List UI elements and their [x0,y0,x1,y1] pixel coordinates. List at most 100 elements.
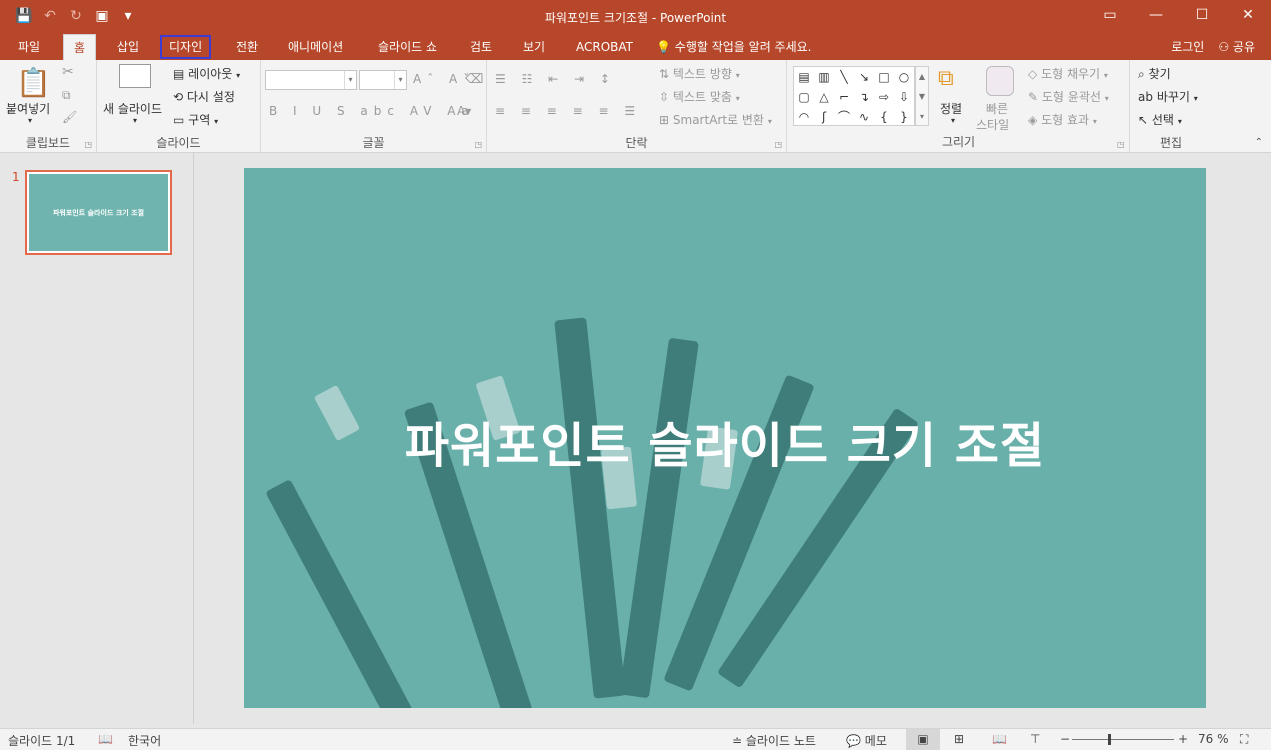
oval-shape-icon[interactable]: ○ [894,67,914,87]
quick-styles-icon[interactable] [986,66,1014,96]
textbox-shape-icon[interactable]: ▤ [794,67,814,87]
rounded-rect-shape-icon[interactable]: ▢ [794,87,814,107]
reading-view-icon[interactable]: 📖 [992,732,1007,746]
rectangle-shape-icon[interactable]: □ [874,67,894,87]
smartart-button[interactable]: ⊞ SmartArt로 변환 ▾ [659,111,772,128]
shape-fill-button[interactable]: ◇ 도형 채우기 ▾ [1028,65,1108,82]
collapse-ribbon-icon[interactable]: ⌃ [1255,137,1263,148]
language-indicator[interactable]: 한국어 [128,732,161,749]
scroll-down-icon[interactable]: ▼ [916,87,928,107]
align-text-button[interactable]: ⇳ 텍스트 맞춤 ▾ [659,88,740,105]
triangle-shape-icon[interactable]: △ [814,87,834,107]
left-brace-shape-icon[interactable]: { [874,107,894,127]
paste-icon[interactable]: 📋 [16,66,51,99]
drawing-launcher-icon[interactable]: ◳ [1117,140,1125,149]
down-arrow-shape-icon[interactable]: ⇩ [894,87,914,107]
clipboard-launcher-icon[interactable]: ◳ [84,140,92,149]
font-launcher-icon[interactable]: ◳ [474,140,482,149]
select-label: 선택 [1151,113,1174,127]
tab-insert[interactable]: 삽입 [107,34,149,60]
zoom-slider-thumb[interactable] [1108,734,1111,745]
elbow-shape-icon[interactable]: ⌐ [834,87,854,107]
align-icons[interactable]: ≡ ≡ ≡ ≡ ≡ ☰ [495,104,641,118]
minimize-icon[interactable]: — [1133,0,1179,32]
tab-home[interactable]: 홈 [63,34,97,60]
slide-title[interactable]: 파워포인트 슬라이드 크기 조절 [244,406,1206,476]
layout-button[interactable]: ▤ 레이아웃 ▾ [173,65,240,82]
notes-button[interactable]: ≐ 슬라이드 노트 [732,732,816,749]
cut-icon[interactable]: ✂ [62,64,74,80]
arc-shape-icon[interactable]: ∿ [854,107,874,127]
slide-sorter-icon[interactable]: ⊞ [954,732,964,746]
vertical-textbox-shape-icon[interactable]: ▥ [814,67,834,87]
tell-me-box[interactable]: 💡 수행할 작업을 알려 주세요. [656,34,811,60]
tab-transitions[interactable]: 전환 [226,34,268,60]
text-direction-button[interactable]: ⇅ 텍스트 방향 ▾ [659,65,740,82]
zoom-slider[interactable] [1072,739,1174,740]
close-icon[interactable]: ✕ [1225,0,1271,32]
tab-design[interactable]: 디자인 [159,34,212,60]
zoom-in-icon[interactable]: + [1178,732,1188,746]
spell-check-icon[interactable]: 📖 [98,732,113,746]
smartart-dropdown-icon: ▾ [767,117,772,126]
new-slide-icon[interactable] [119,64,151,88]
font-style-icons[interactable]: B I U S abc AV Aa [269,104,475,118]
share-label: 공유 [1232,40,1255,54]
right-arrow-shape-icon[interactable]: ⇨ [874,87,894,107]
shape-outline-button[interactable]: ✎ 도형 윤곽선 ▾ [1028,88,1109,105]
shape-effects-button[interactable]: ◈ 도형 효과 ▾ [1028,111,1097,128]
slide-canvas[interactable]: 파워포인트 슬라이드 크기 조절 [244,168,1206,708]
ribbon-display-options-icon[interactable]: ▭ [1087,0,1133,32]
new-slide-button[interactable]: 새 슬라이드 [103,100,162,117]
zoom-level[interactable]: 76 % [1198,732,1229,746]
select-button[interactable]: ↖ 선택 ▾ [1138,111,1182,128]
arrange-dropdown-icon[interactable]: ▾ [951,116,955,125]
reset-button[interactable]: ⟲ 다시 설정 [173,88,235,105]
font-size-dropdown[interactable]: ▾ [359,70,407,90]
expand-gallery-icon[interactable]: ▾ [916,107,928,127]
tab-animations[interactable]: 애니메이션 [278,34,353,60]
right-brace-shape-icon[interactable]: } [894,107,914,127]
comments-button[interactable]: 💬 메모 [846,732,887,749]
font-name-dropdown[interactable]: ▾ [265,70,357,90]
paste-dropdown-icon[interactable]: ▾ [28,116,32,125]
tab-view[interactable]: 보기 [513,34,555,60]
line-shape-icon[interactable]: ╲ [834,67,854,87]
fit-to-window-icon[interactable]: ⛶ [1240,732,1248,747]
shapes-gallery[interactable]: ▤ ▥ ╲ ↘ □ ○ ▢ △ ⌐ ↴ ⇨ ⇩ ◠ ʃ ⌒ ∿ { } [793,66,915,126]
maximize-icon[interactable]: ☐ [1179,0,1225,32]
zoom-out-icon[interactable]: − [1060,732,1070,746]
shapes-scroll[interactable]: ▲ ▼ ▾ [915,66,929,126]
tab-acrobat[interactable]: ACROBAT [566,34,643,60]
arrange-icon[interactable]: ⧉ [938,66,954,91]
tab-slideshow[interactable]: 슬라이드 쇼 [368,34,447,60]
format-painter-icon[interactable]: 🖌 [62,110,77,124]
login-link[interactable]: 로그인 [1171,34,1204,60]
freeform-shape-icon[interactable]: ◠ [794,107,814,127]
share-button[interactable]: ⚇ 공유 [1218,34,1255,60]
quick-styles-label-1[interactable]: 빠른 [986,100,1008,117]
title-bar: 💾 ↶ ↻ ▣ ▾ 파워포인트 크기조절 - PowerPoint ▭ — ☐ … [0,0,1271,34]
slide-thumbnail-1[interactable]: 파워포인트 슬라이드 크기 조절 [25,170,172,255]
copy-icon[interactable]: ⧉ [62,88,71,103]
normal-view-icon[interactable]: ▣ [906,729,940,750]
slideshow-icon[interactable]: ⊤ [1030,732,1040,746]
section-button[interactable]: ▭ 구역 ▾ [173,111,218,128]
clear-format-icon[interactable]: ⌫ [465,72,483,87]
scroll-up-icon[interactable]: ▲ [916,67,928,87]
tab-review[interactable]: 검토 [460,34,502,60]
elbow-arrow-shape-icon[interactable]: ↴ [854,87,874,107]
find-button[interactable]: ⌕ 찾기 [1138,65,1171,82]
list-icons[interactable]: ☰ ☷ ⇤ ⇥ ↕ [495,72,616,86]
scribble-shape-icon[interactable]: ʃ [814,107,834,127]
arrange-button[interactable]: 정렬 [940,100,962,117]
new-slide-dropdown-icon[interactable]: ▾ [133,116,137,125]
arrow-line-shape-icon[interactable]: ↘ [854,67,874,87]
curve-shape-icon[interactable]: ⌒ [834,107,854,127]
paragraph-launcher-icon[interactable]: ◳ [774,140,782,149]
paste-button[interactable]: 붙여넣기 [6,100,50,117]
tab-file[interactable]: 파일 [8,34,50,60]
font-color-icon[interactable]: A▾ [457,104,471,118]
quick-styles-label-2[interactable]: 스타일 [976,116,1009,133]
replace-button[interactable]: ab 바꾸기 ▾ [1138,88,1198,105]
